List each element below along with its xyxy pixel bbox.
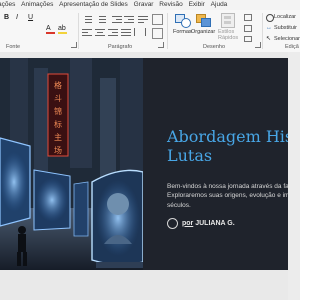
tab-animacoes[interactable]: Animações xyxy=(21,0,53,10)
author-name: JULIANA G. xyxy=(195,219,235,227)
formas-button[interactable]: Formas xyxy=(173,29,192,35)
scrollbar[interactable] xyxy=(288,52,300,300)
tab-ajuda[interactable]: Ajuda xyxy=(211,0,228,10)
sign-char: 场 xyxy=(54,146,62,155)
tab-gravar[interactable]: Gravar xyxy=(134,0,154,10)
group-label-edicao: Ediçã xyxy=(285,44,299,50)
localizar-button[interactable]: Localizar xyxy=(274,14,296,20)
justify-icon[interactable] xyxy=(121,28,131,36)
desenho-launcher-icon[interactable] xyxy=(255,42,261,48)
align-center-icon[interactable] xyxy=(95,28,105,36)
ribbon: B I U A ab Fonte Parágrafo Formas Organi… xyxy=(0,10,300,53)
shape-fill-icon[interactable] xyxy=(244,14,252,21)
author-label: por JULIANA G. xyxy=(182,220,235,227)
tab-apresentacao[interactable]: Apresentação de Slides xyxy=(59,0,128,10)
slide-body-line: séculos. xyxy=(167,201,191,209)
shapes-icon[interactable] xyxy=(175,14,191,28)
sign-char: 格 xyxy=(54,80,62,90)
shape-effects-icon[interactable] xyxy=(244,36,252,42)
bullets-icon[interactable] xyxy=(82,15,92,23)
separator xyxy=(262,13,263,49)
sign-char: 标 xyxy=(54,119,62,129)
fonte-launcher-icon[interactable] xyxy=(71,42,77,48)
arena-illustration: 格 斗 锦 标 主 场 xyxy=(0,58,143,270)
author-prefix: por xyxy=(182,219,194,227)
replace-icon[interactable]: ↔ xyxy=(266,25,272,31)
tab-transicoes[interactable]: ações xyxy=(0,0,15,10)
numbering-icon[interactable] xyxy=(96,15,106,23)
slide-body[interactable]: Bem-vindos à nossa jornada através da fa… xyxy=(167,182,288,210)
group-label-desenho: Desenho xyxy=(203,44,226,50)
convert-smartart-icon[interactable] xyxy=(152,28,163,39)
slide-photo: 格 斗 锦 标 主 场 xyxy=(0,58,143,270)
bold-icon[interactable]: B xyxy=(4,14,13,22)
slide-title[interactable]: Abordagem Histó Lutas xyxy=(167,127,288,165)
arrange-icon[interactable] xyxy=(196,14,211,27)
font-color-icon[interactable]: A xyxy=(46,25,55,34)
underline-icon[interactable]: U xyxy=(28,14,37,22)
slide-title-line: Abordagem Histó xyxy=(167,127,288,146)
tab-revisao[interactable]: Revisão xyxy=(159,0,182,10)
sign-char: 锦 xyxy=(54,106,62,116)
decrease-indent-icon[interactable] xyxy=(112,15,122,23)
align-right-icon[interactable] xyxy=(108,28,118,36)
select-icon[interactable]: ↖ xyxy=(266,36,272,42)
avatar xyxy=(167,217,178,229)
highlight-icon[interactable]: ab xyxy=(58,25,67,34)
slide-body-line: Exploraremos suas origens, evolução e im… xyxy=(167,192,288,200)
shape-outline-icon[interactable] xyxy=(244,25,252,32)
menu-bar: ações Animações Apresentação de Slides G… xyxy=(0,0,300,10)
slide[interactable]: 格 斗 锦 标 主 场 Abordagem Hi Lutas Bem-vindo… xyxy=(0,58,288,270)
organizar-button[interactable]: Organizar xyxy=(191,29,215,35)
substituir-button[interactable]: Substituir xyxy=(274,25,297,31)
quick-styles-icon[interactable] xyxy=(221,13,235,28)
search-icon[interactable] xyxy=(266,14,274,22)
author-byline[interactable]: por JULIANA G. xyxy=(167,217,235,229)
group-label-fonte: Fonte xyxy=(6,44,21,50)
group-label-paragrafo: Parágrafo xyxy=(108,44,133,50)
rapidos-label[interactable]: Rápidos xyxy=(218,35,238,41)
selecionar-button[interactable]: Selecionar xyxy=(274,36,300,42)
slide-body-line: Bem-vindos à nossa jornada através da fa… xyxy=(167,183,288,190)
columns-icon[interactable] xyxy=(134,28,146,36)
align-text-icon[interactable] xyxy=(152,14,163,25)
sign-char: 斗 xyxy=(54,94,62,103)
paragrafo-launcher-icon[interactable] xyxy=(158,42,164,48)
slide-text-panel: Abordagem Histó Lutas Bem-vindos à nossa… xyxy=(143,58,288,270)
separator xyxy=(167,13,168,49)
increase-indent-icon[interactable] xyxy=(124,15,134,23)
text-direction-icon[interactable] xyxy=(138,15,148,23)
separator xyxy=(78,13,79,49)
slide-title-line: Lutas xyxy=(167,146,213,165)
align-left-icon[interactable] xyxy=(82,28,92,36)
italic-icon[interactable]: I xyxy=(16,14,25,22)
sign-char: 主 xyxy=(54,132,62,142)
tab-exibir[interactable]: Exibir xyxy=(189,0,205,10)
